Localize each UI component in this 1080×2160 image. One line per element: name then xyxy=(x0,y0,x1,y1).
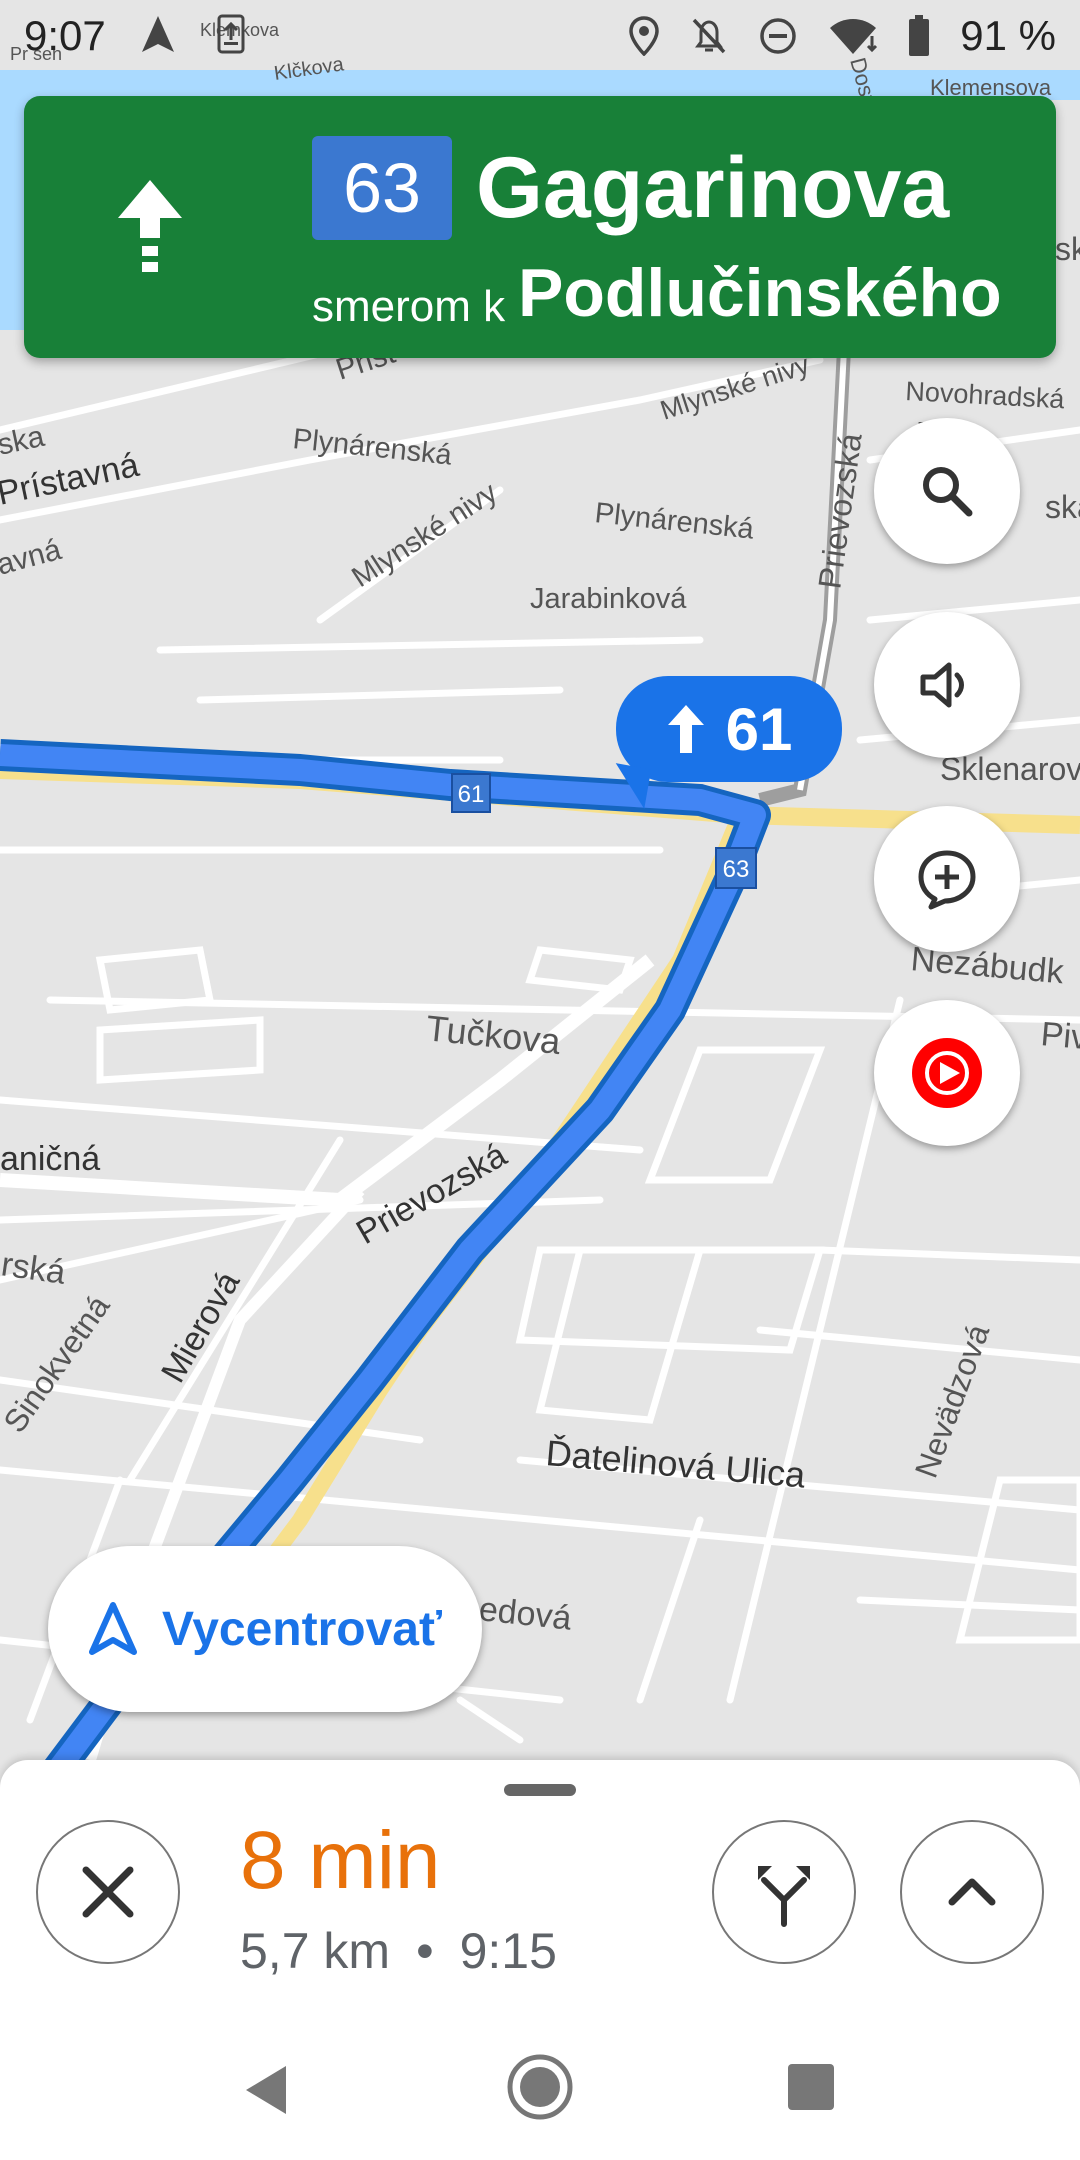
alternate-routes-button[interactable] xyxy=(712,1820,856,1964)
eta-minutes: 8 min xyxy=(240,1815,441,1906)
wifi-icon xyxy=(830,19,878,54)
map-shield-63-label: 63 xyxy=(723,856,750,883)
toward-name: Podlučinského xyxy=(518,255,1002,331)
separator-dot: • xyxy=(416,1923,434,1979)
next-turn-bubble: 61 xyxy=(608,676,842,809)
recents-icon[interactable] xyxy=(786,2062,836,2112)
bubble-tail xyxy=(608,763,652,809)
screenshot-icon xyxy=(217,14,245,54)
exit-navigation-button[interactable] xyxy=(36,1820,180,1964)
youtube-music-button[interactable] xyxy=(874,1000,1020,1146)
recenter-label: Vycentrovať xyxy=(161,1602,442,1656)
status-bar: 9:07 91 % xyxy=(0,0,1080,72)
navigation-arrow-icon xyxy=(88,1602,137,1655)
map-shield-61-label: 61 xyxy=(458,781,485,808)
straight-arrow-icon xyxy=(118,180,182,272)
up-arrow-icon xyxy=(667,705,704,753)
next-turn-route: 61 xyxy=(725,695,793,763)
battery-percent: 91 % xyxy=(960,12,1056,59)
trip-distance: 5,7 km xyxy=(240,1923,391,1979)
trip-details: 5,7 km • 9:15 xyxy=(240,1922,557,1980)
volume-button[interactable] xyxy=(874,612,1020,758)
street-label: ská xyxy=(1045,489,1080,525)
volume-icon xyxy=(920,662,964,708)
search-icon xyxy=(923,467,973,517)
recenter-button[interactable]: Vycentrovať xyxy=(48,1546,482,1712)
bell-off-icon xyxy=(692,18,726,54)
navigation-banner[interactable]: 63 Gagarinova smerom k Podlučinského xyxy=(24,96,1056,358)
home-icon[interactable] xyxy=(505,2052,575,2122)
navigation-icon xyxy=(142,16,174,52)
add-report-icon xyxy=(918,850,976,910)
location-icon xyxy=(629,16,660,56)
add-report-button[interactable] xyxy=(874,806,1020,952)
street-label: sk xyxy=(1055,231,1080,267)
dnd-icon xyxy=(760,18,797,54)
street-label: Jarabinková xyxy=(530,583,687,615)
search-button[interactable] xyxy=(874,418,1020,564)
route-options-icon xyxy=(758,1866,810,1927)
arrival-time: 9:15 xyxy=(459,1923,557,1979)
street-name: Gagarinova xyxy=(476,140,950,236)
chevron-up-icon xyxy=(948,1878,996,1906)
toward-label: smerom k xyxy=(312,282,506,331)
youtube-music-icon xyxy=(912,1038,982,1108)
expand-sheet-button[interactable] xyxy=(900,1820,1044,1964)
status-time: 9:07 xyxy=(24,12,106,59)
route-shield: 63 xyxy=(312,136,452,240)
system-navigation-bar xyxy=(0,2030,1080,2140)
battery-icon xyxy=(909,15,930,56)
street-label: aničná xyxy=(0,1140,100,1178)
sheet-drag-handle[interactable] xyxy=(504,1784,576,1796)
close-icon xyxy=(82,1866,134,1918)
back-icon[interactable] xyxy=(240,2062,292,2118)
